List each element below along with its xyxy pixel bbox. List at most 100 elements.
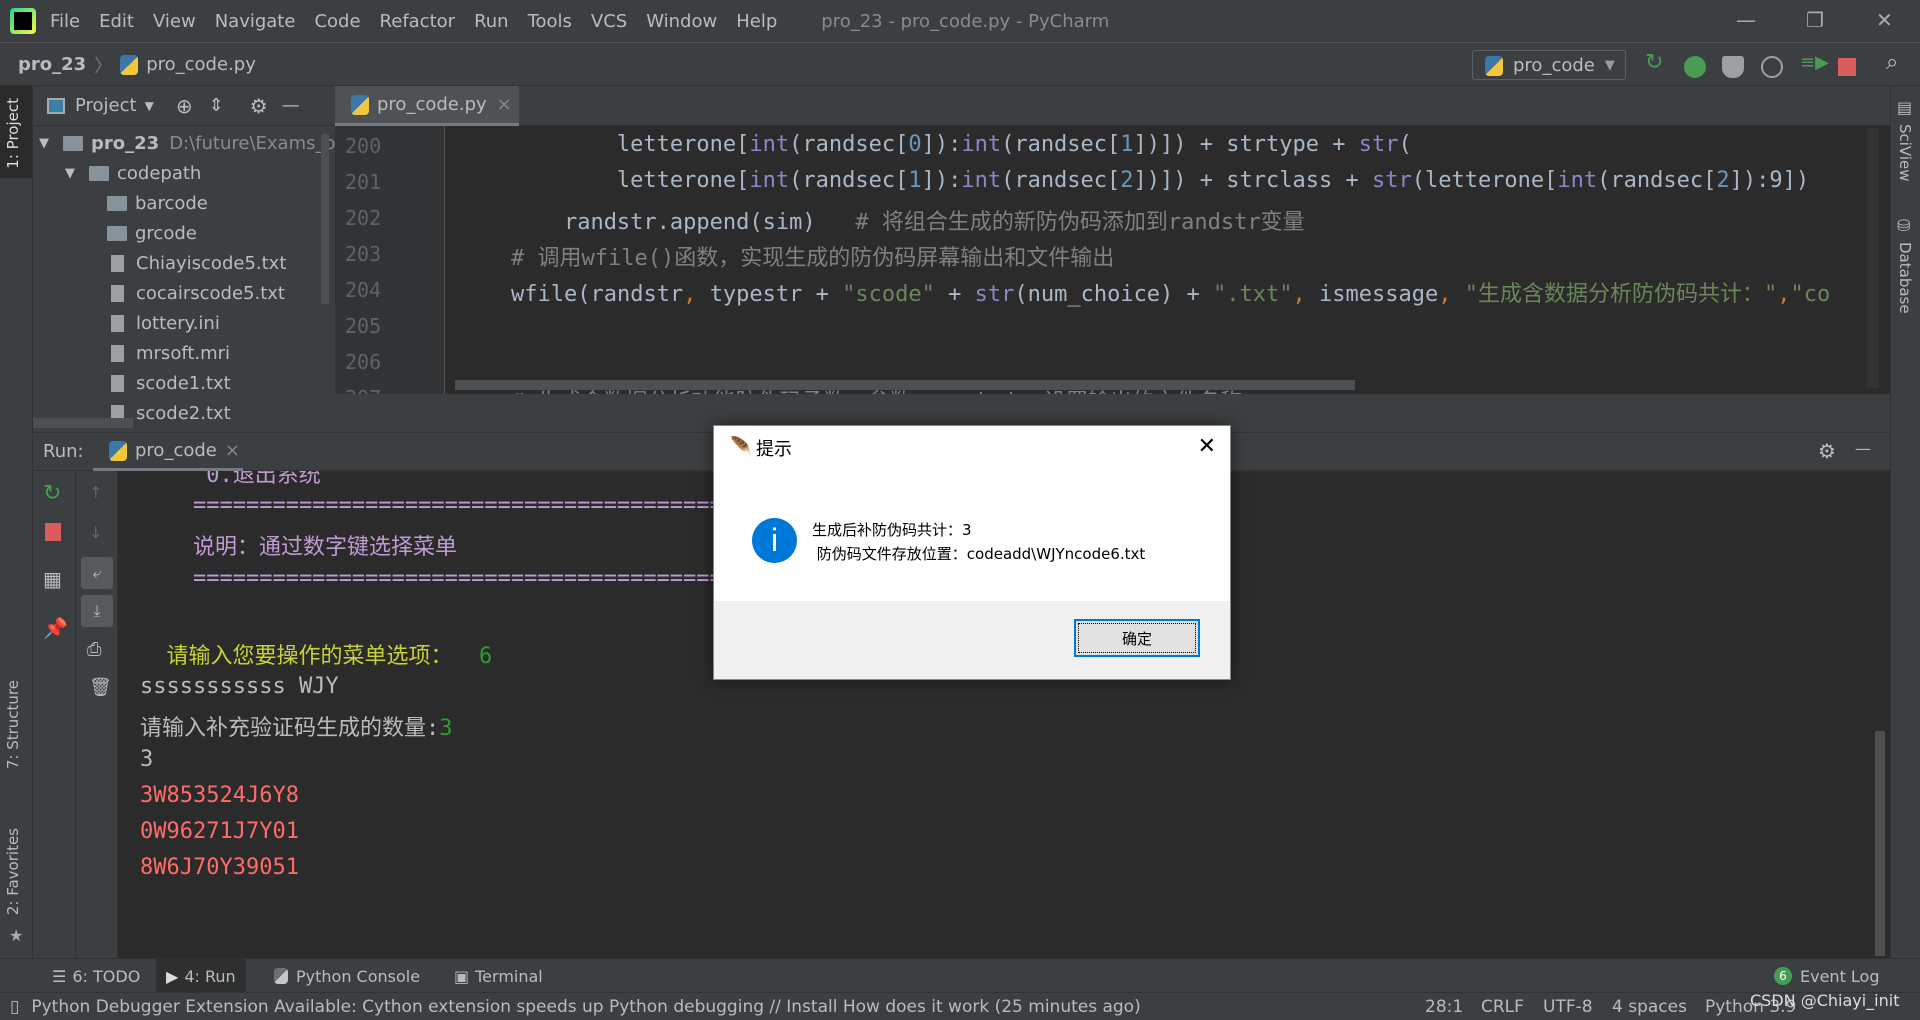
stop-icon[interactable] [45,523,61,541]
tool-tab-project[interactable]: 1: Project [4,98,22,169]
code-token: , [683,282,710,307]
code-token: ]):9]) [1729,168,1810,193]
debug-bug-icon[interactable] [1684,56,1706,78]
menu-tools[interactable]: Tools [528,11,572,32]
tree-item-label: lottery.ini [136,312,220,334]
project-panel-title[interactable]: Project [75,95,137,116]
close-window-icon[interactable]: ✕ [1876,8,1893,32]
close-icon[interactable]: ✕ [1198,434,1216,459]
code-token: , [1777,282,1791,307]
editor-hscrollbar[interactable] [455,380,1355,390]
chevron-down-icon[interactable]: ▼ [145,99,154,113]
code-line[interactable]: # 调用wfile()函数，实现生成的防伪码屏幕输出和文件输出 [511,240,1114,272]
code-editor[interactable]: 200 letterone[int(randsec[0]):int(randsec… [335,126,1890,394]
up-arrow-icon[interactable]: ↑ [89,483,102,502]
tree-folder-codepath[interactable]: ▼ codepath [65,158,201,188]
run-config-label: pro_code [1513,54,1595,76]
status-message[interactable]: Python Debugger Extension Available: Cyt… [31,997,1140,1017]
tab-python-console[interactable]: Python Console [264,959,430,993]
code-line[interactable]: letterone[int(randsec[1]):int(randsec[2]… [617,168,1809,193]
trash-icon[interactable]: 🗑 [89,677,112,698]
stop-icon[interactable] [1838,58,1856,76]
run-config-dropdown[interactable]: pro_code ▼ [1472,50,1626,80]
tree-hscrollbar[interactable] [33,418,133,428]
menu-window[interactable]: Window [646,11,717,32]
tool-tab-sciview[interactable]: SciView [1896,124,1914,182]
scroll-to-end-icon[interactable]: ⤓ [81,595,113,627]
menu-navigate[interactable]: Navigate [215,11,296,32]
menu-refactor[interactable]: Refactor [380,11,456,32]
line-separator[interactable]: CRLF [1481,997,1524,1017]
concurrency-icon[interactable]: ≡▶ [1800,52,1829,74]
tree-scrollbar[interactable] [321,134,329,304]
search-icon[interactable]: ⌕ [1886,50,1908,75]
close-tab-icon[interactable]: × [497,94,512,115]
breadcrumb-project[interactable]: pro_23 [18,54,86,75]
caret-position[interactable]: 28:1 [1425,997,1463,1017]
tree-item[interactable]: grcode [107,218,197,248]
coverage-icon[interactable] [1722,56,1744,78]
down-arrow-icon[interactable]: ↓ [89,523,102,542]
tree-item[interactable]: barcode [107,188,208,218]
menu-help[interactable]: Help [736,11,777,32]
menu-view[interactable]: View [153,11,196,32]
tab-pro-code-py[interactable]: pro_code.py × [335,86,519,126]
event-count-badge: 6 [1774,967,1792,985]
expand-arrow-icon[interactable]: ▼ [65,166,75,181]
tab-label: 4: Run [184,966,236,986]
restore-icon[interactable]: ❐ [1806,8,1824,32]
tool-tab-database[interactable]: Database [1896,242,1914,314]
panel-toggle-icon[interactable]: ▯ [10,997,19,1017]
hide-icon[interactable]: — [1855,439,1871,458]
collapse-all-icon[interactable]: ⇕ [209,95,224,116]
ok-button[interactable]: 确定 [1074,619,1200,657]
code-line[interactable]: randstr.append(sim) # 将组合生成的新防伪码添加到rands… [564,204,1305,236]
tree-item[interactable]: scode1.txt [107,368,231,398]
run-tab-pro-code[interactable]: pro_code × [93,433,243,471]
code-token: (randsec[ [1001,132,1121,157]
menu-file[interactable]: File [50,11,80,32]
menu-code[interactable]: Code [314,11,360,32]
tree-item[interactable]: Chiayiscode5.txt [107,248,286,278]
feather-icon: 🪶 [730,436,753,457]
soft-wrap-icon[interactable]: ⤶ [81,557,113,589]
console-scrollbar[interactable] [1875,731,1885,956]
tab-run[interactable]: ▶ 4: Run [156,959,246,993]
menu-run[interactable]: Run [474,11,509,32]
print-icon[interactable]: ⎙ [87,639,101,660]
minimize-icon[interactable]: — [1736,8,1756,32]
tree-item[interactable]: lottery.ini [107,308,220,338]
tab-terminal[interactable]: ▣ Terminal [444,959,553,993]
menu-edit[interactable]: Edit [99,11,134,32]
layout-icon[interactable]: ▦ [43,567,62,591]
pin-icon[interactable]: 📌 [43,616,68,640]
close-tab-icon[interactable]: × [225,440,240,461]
code-token: int [749,168,790,193]
code-line[interactable]: wfile(randstr, typestr + "scode" + str(n… [511,276,1830,308]
expand-arrow-icon[interactable]: ▼ [39,136,49,151]
menu-vcs[interactable]: VCS [591,11,627,32]
gear-icon[interactable]: ⚙ [250,94,268,118]
profile-icon[interactable] [1761,56,1783,78]
tool-tab-structure[interactable]: 7: Structure [4,680,22,769]
hide-icon[interactable]: — [282,95,300,116]
navigation-bar: pro_23 〉 pro_code.py pro_code ▼ ↻ ≡▶ ⌕ [0,44,1920,86]
tab-todo[interactable]: ☰ 6: TODO [42,959,150,993]
breadcrumb-file[interactable]: pro_code.py [146,54,256,75]
tab-event-log[interactable]: 6 Event Log [1764,959,1890,993]
locate-icon[interactable]: ⊕ [176,94,193,118]
file-encoding[interactable]: UTF-8 [1543,997,1593,1017]
code-line[interactable]: letterone[int(randsec[0]):int(randsec[1]… [617,132,1412,157]
rerun-icon[interactable]: ↻ [1645,50,1667,75]
tool-tab-favorites[interactable]: 2: Favorites [4,828,22,915]
rerun-icon[interactable]: ↻ [43,481,61,506]
tree-item-label: scode2.txt [136,402,231,424]
tree-item[interactable]: cocairscode5.txt [107,278,285,308]
tree-item[interactable]: mrsoft.mri [107,338,230,368]
console-line: 请输入您要操作的菜单选项： 6 [140,638,492,670]
tree-item-label: barcode [135,192,208,214]
error-stripe[interactable] [1867,128,1879,388]
gear-icon[interactable]: ⚙ [1818,439,1836,463]
tree-root[interactable]: ▼ pro_23 D:\future\Exams_or_ [39,128,352,158]
indent-setting[interactable]: 4 spaces [1612,997,1687,1017]
